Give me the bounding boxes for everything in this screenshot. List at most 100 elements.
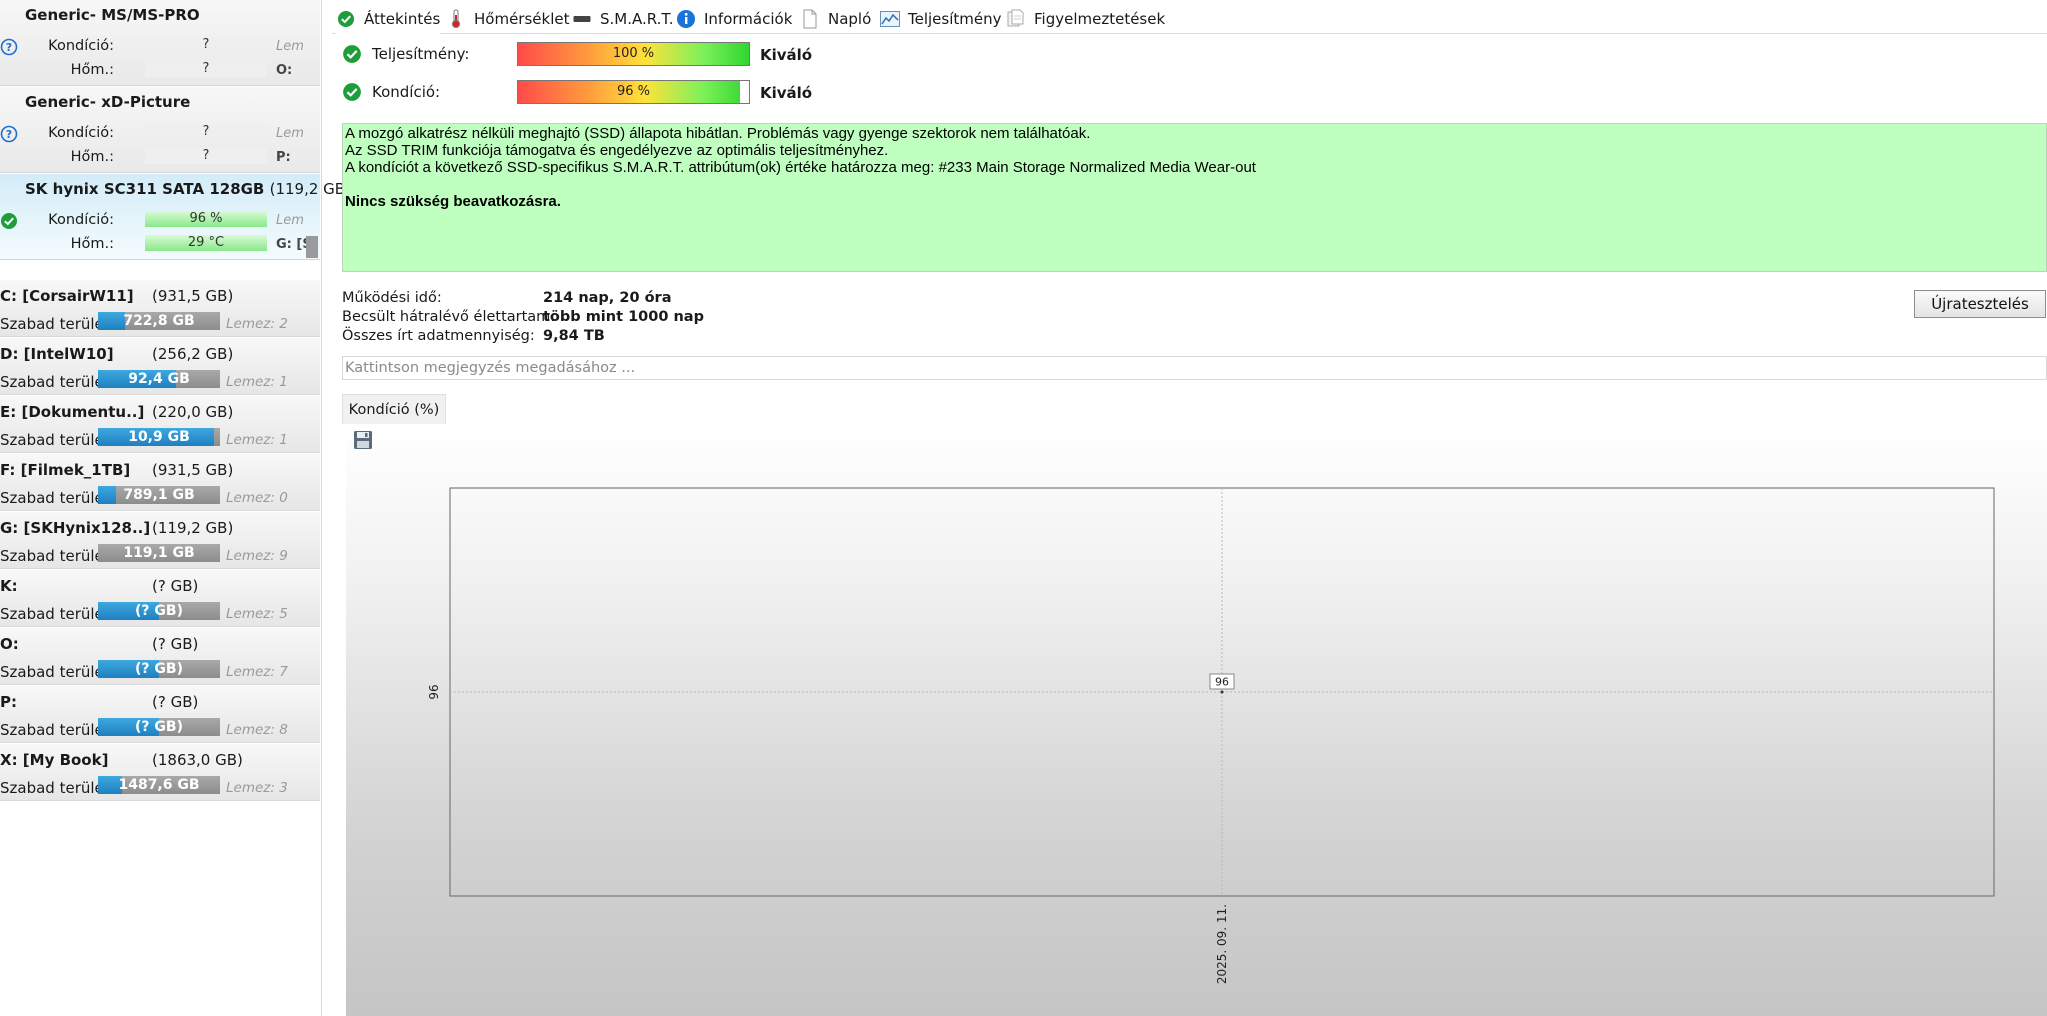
- written-value: 9,84 TB: [543, 328, 605, 344]
- volume-item[interactable]: E: [Dokumentu..] (220,0 GB) Szabad terül…: [0, 396, 320, 453]
- volume-size: (1863,0 GB): [152, 751, 243, 769]
- written-label: Összes írt adatmennyiség:: [342, 328, 535, 344]
- lifetime-value: több mint 1000 nap: [543, 309, 704, 325]
- uptime-label: Működési idő:: [342, 290, 442, 306]
- temp-value: 29 °C: [145, 235, 267, 251]
- volume-size: (256,2 GB): [152, 345, 234, 363]
- free-space-label: Szabad terület: [0, 605, 110, 623]
- y-tick-label: 96: [427, 684, 441, 699]
- tab-log[interactable]: Napló: [800, 4, 871, 34]
- volume-size: (? GB): [152, 693, 199, 711]
- health-value: 96 %: [145, 211, 267, 227]
- tab-overview[interactable]: Áttekintés: [336, 4, 441, 34]
- tab-label: S.M.A.R.T.: [600, 10, 674, 28]
- volume-name: X: [My Book]: [0, 751, 109, 769]
- disk-drive-letter: O:: [276, 63, 293, 78]
- message-conclusion: Nincs szükség beavatkozásra.: [345, 193, 561, 210]
- temp-value: ?: [145, 61, 267, 77]
- volume-item[interactable]: O: (? GB) Szabad terület (? GB) Lemez: 7: [0, 628, 320, 685]
- free-space-label: Szabad terület: [0, 663, 110, 681]
- health-value: 96 %: [616, 84, 651, 99]
- health-value: ?: [145, 37, 267, 53]
- volume-item[interactable]: C: [CorsairW11] (931,5 GB) Szabad terüle…: [0, 280, 320, 337]
- temp-value: ?: [145, 148, 267, 164]
- volume-disk-number: Lemez: 2: [226, 316, 288, 332]
- message-line: A mozgó alkatrész nélküli meghajtó (SSD)…: [345, 125, 1091, 142]
- health-label: Kondíció:: [48, 38, 114, 54]
- tab-label: Hőmérséklet: [474, 10, 570, 28]
- free-space-bar: (? GB): [98, 660, 220, 678]
- disk-name: SK hynix SC311 SATA 128GB (119,2 GB): [25, 180, 351, 198]
- performance-chart-icon: [880, 9, 900, 29]
- tab-label: Figyelmeztetések: [1034, 10, 1166, 28]
- volume-item[interactable]: D: [IntelW10] (256,2 GB) Szabad terület …: [0, 338, 320, 395]
- volume-item[interactable]: X: [My Book] (1863,0 GB) Szabad terület …: [0, 744, 320, 801]
- health-label: Kondíció:: [372, 83, 441, 101]
- volume-size: (931,5 GB): [152, 287, 234, 305]
- volume-disk-number: Lemez: 1: [226, 432, 288, 448]
- volume-disk-number: Lemez: 5: [226, 606, 288, 622]
- volume-name: D: [IntelW10]: [0, 345, 114, 363]
- free-space-bar: 92,4 GB: [98, 370, 220, 388]
- temp-label: Hőm.:: [70, 236, 114, 252]
- message-line: Az SSD TRIM funkciója támogatva és enged…: [345, 142, 889, 159]
- health-chart: 96 2025. 09. 11. 96: [427, 487, 1995, 984]
- performance-label: Teljesítmény:: [372, 45, 470, 63]
- volume-item[interactable]: G: [SKHynix128..] (119,2 GB) Szabad terü…: [0, 512, 320, 569]
- retest-button[interactable]: Újratesztelés: [1914, 290, 2046, 318]
- tab-health-chart[interactable]: Kondíció (%): [342, 394, 446, 424]
- volume-disk-number: Lemez: 3: [226, 780, 288, 796]
- check-icon: [336, 9, 356, 29]
- free-space-label: Szabad terület: [0, 489, 110, 507]
- tab-performance[interactable]: Teljesítmény: [880, 4, 1002, 34]
- volume-name: E: [Dokumentu..]: [0, 403, 145, 421]
- tab-label: Információk: [704, 10, 793, 28]
- volume-item[interactable]: P: (? GB) Szabad terület (? GB) Lemez: 8: [0, 686, 320, 743]
- disk-list-scrollbar[interactable]: [306, 236, 318, 258]
- volume-size: (220,0 GB): [152, 403, 234, 421]
- tab-information[interactable]: Információk: [676, 4, 792, 34]
- tab-temperature[interactable]: Hőmérséklet: [446, 4, 569, 34]
- volume-size: (? GB): [152, 635, 199, 653]
- free-space-label: Szabad terület: [0, 779, 110, 797]
- volume-name: K:: [0, 577, 18, 595]
- disk-lemez-label: Lem: [276, 39, 304, 54]
- data-label: 96: [1215, 676, 1229, 689]
- free-space-label: Szabad terület: [0, 547, 110, 565]
- free-space-value: 92,4 GB: [128, 371, 190, 387]
- status-message-box: A mozgó alkatrész nélküli meghajtó (SSD)…: [342, 123, 2047, 272]
- volume-name: O:: [0, 635, 19, 653]
- volume-disk-number: Lemez: 1: [226, 374, 288, 390]
- health-status-row: Kondíció:: [342, 80, 440, 104]
- tab-smart[interactable]: S.M.A.R.T.: [572, 4, 674, 34]
- disk-item-sk-hynix[interactable]: SK hynix SC311 SATA 128GB (119,2 GB) Kon…: [0, 174, 351, 260]
- free-space-label: Szabad terület: [0, 373, 110, 391]
- volume-item[interactable]: F: [Filmek_1TB] (931,5 GB) Szabad terüle…: [0, 454, 320, 511]
- tab-alerts[interactable]: Figyelmeztetések: [1006, 4, 1165, 34]
- volume-name: C: [CorsairW11]: [0, 287, 134, 305]
- volume-name: G: [SKHynix128..]: [0, 519, 151, 537]
- free-space-bar: 722,8 GB: [98, 312, 220, 330]
- free-space-bar: 789,1 GB: [98, 486, 220, 504]
- free-space-label: Szabad terület: [0, 721, 110, 739]
- free-space-bar: 119,1 GB: [98, 544, 220, 562]
- disk-name: Generic- MS/MS-PRO: [25, 6, 200, 24]
- note-input[interactable]: [342, 356, 2047, 380]
- volume-item[interactable]: K: (? GB) Szabad terület (? GB) Lemez: 5: [0, 570, 320, 627]
- disk-drive-letter: P:: [276, 150, 291, 165]
- message-line: A kondíciót a következő SSD-specifikus S…: [345, 159, 1256, 176]
- disk-lemez-label: Lem: [276, 213, 304, 228]
- disk-item-generic-xd[interactable]: Generic- xD-Picture ? Kondíció: ? Lem Hő…: [0, 87, 320, 173]
- free-space-value: (? GB): [135, 661, 183, 677]
- health-bar: 96 %: [517, 80, 750, 104]
- volume-name: P:: [0, 693, 17, 711]
- disk-item-generic-ms[interactable]: Generic- MS/MS-PRO ? Kondíció: ? Lem Hőm…: [0, 0, 320, 86]
- free-space-value: (? GB): [135, 719, 183, 735]
- alerts-icon: [1006, 9, 1026, 29]
- free-space-label: Szabad terület: [0, 431, 110, 449]
- free-space-value: 1487,6 GB: [118, 777, 200, 793]
- free-space-bar: (? GB): [98, 602, 220, 620]
- volume-disk-number: Lemez: 7: [226, 664, 288, 680]
- free-space-value: 10,9 GB: [128, 429, 190, 445]
- check-icon: [342, 82, 362, 102]
